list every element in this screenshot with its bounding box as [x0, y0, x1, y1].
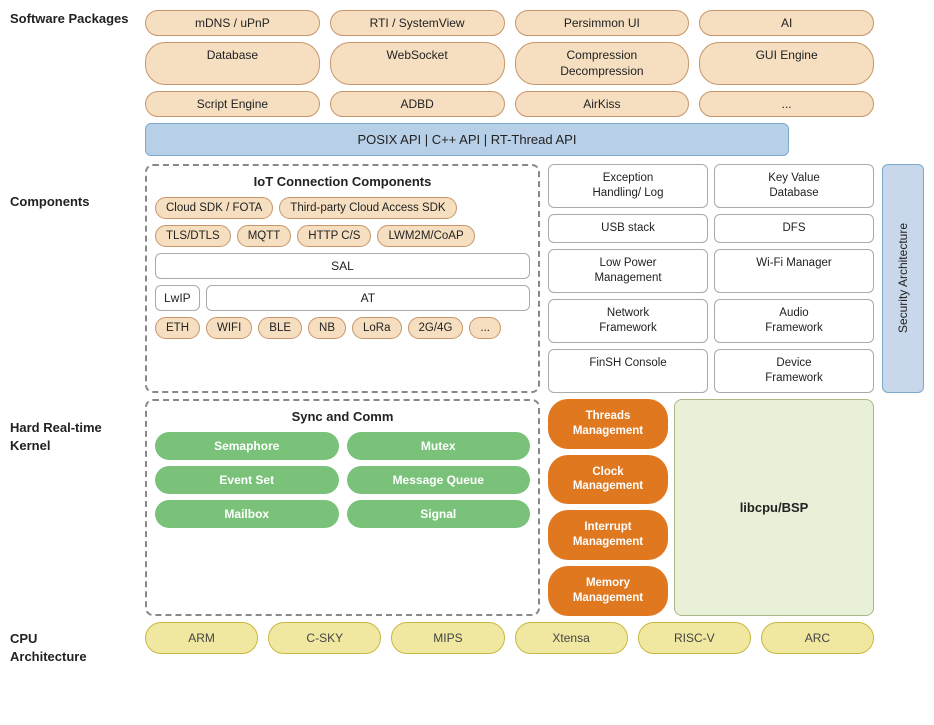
iot-http: HTTP C/S [297, 225, 371, 247]
software-packages-label: Software Packages [10, 10, 140, 28]
sync-comm-box: Sync and Comm Semaphore Mutex Event Set … [145, 399, 540, 617]
right-components-grid: ExceptionHandling/ Log Key ValueDatabase… [548, 164, 874, 392]
sync-row-2: Event Set Message Queue [155, 466, 530, 494]
sync-signal: Signal [347, 500, 531, 528]
sync-mailbox: Mailbox [155, 500, 339, 528]
libcpu-bsp: libcpu/BSP [674, 399, 874, 617]
cpu-xtensa: Xtensa [515, 622, 628, 654]
cpu-mips: MIPS [391, 622, 504, 654]
pkg-compression: CompressionDecompression [515, 42, 690, 85]
iot-lwm2m: LWM2M/CoAP [377, 225, 474, 247]
comp-low-power: Low PowerManagement [548, 249, 708, 293]
iot-cloud-sdk: Cloud SDK / FOTA [155, 197, 273, 219]
kernel-right: ThreadsManagement Clock Management Inter… [548, 399, 874, 617]
iot-eth: ETH [155, 317, 200, 339]
pkg-airkiss: AirKiss [515, 91, 690, 117]
diagram-container: Software Packages mDNS / uPnP RTI / Syst… [0, 0, 934, 664]
cpu-arc: ARC [761, 622, 874, 654]
comp-network: NetworkFramework [548, 299, 708, 343]
comp-dfs: DFS [714, 214, 874, 243]
iot-more: ... [469, 317, 501, 339]
iot-row-lwip: LwIP AT [155, 285, 530, 311]
iot-at: AT [206, 285, 530, 311]
pkg-database: Database [145, 42, 320, 85]
sync-semaphore: Semaphore [155, 432, 339, 460]
kernel-memory: MemoryManagement [548, 566, 668, 616]
components-label: Components [10, 194, 140, 209]
kernel-threads: ThreadsManagement [548, 399, 668, 449]
cpu-csky: C-SKY [268, 622, 381, 654]
security-arch-label: Security Architecture [896, 223, 910, 333]
comp-finsh: FinSH Console [548, 349, 708, 393]
iot-nb: NB [308, 317, 346, 339]
pkg-persimmon: Persimmon UI [515, 10, 690, 36]
security-architecture-bar: Security Architecture [882, 164, 924, 392]
comp-device: DeviceFramework [714, 349, 874, 393]
pkg-script-engine: Script Engine [145, 91, 320, 117]
pkg-row-2: Database WebSocket CompressionDecompress… [145, 42, 874, 85]
pkg-gui-engine: GUI Engine [699, 42, 874, 85]
iot-sal: SAL [155, 253, 530, 279]
cpu-chips-row: ARM C-SKY MIPS Xtensa RISC-V ARC [145, 622, 874, 654]
iot-row-protocols: TLS/DTLS MQTT HTTP C/S LWM2M/CoAP [155, 225, 530, 247]
iot-2g4g: 2G/4G [408, 317, 464, 339]
pkg-row-3: Script Engine ADBD AirKiss ... [145, 91, 874, 117]
iot-ble: BLE [258, 317, 302, 339]
comp-wifi-mgr: Wi-Fi Manager [714, 249, 874, 293]
pkg-rti: RTI / SystemView [330, 10, 505, 36]
iot-connection-box: IoT Connection Components Cloud SDK / FO… [145, 164, 540, 392]
comp-usb: USB stack [548, 214, 708, 243]
iot-row-physical: ETH WIFI BLE NB LoRa 2G/4G ... [155, 317, 530, 339]
iot-lora: LoRa [352, 317, 402, 339]
kernel-clock: Clock Management [548, 455, 668, 505]
comp-audio: AudioFramework [714, 299, 874, 343]
pkg-websocket: WebSocket [330, 42, 505, 85]
cpu-riscv: RISC-V [638, 622, 751, 654]
posix-bar: POSIX API | C++ API | RT-Thread API [145, 123, 789, 156]
cpu-arm: ARM [145, 622, 258, 654]
comp-exception: ExceptionHandling/ Log [548, 164, 708, 208]
pkg-mdns: mDNS / uPnP [145, 10, 320, 36]
iot-third-party: Third-party Cloud Access SDK [279, 197, 456, 219]
iot-title: IoT Connection Components [155, 174, 530, 189]
iot-lwip: LwIP [155, 285, 200, 311]
kernel-orange-col: ThreadsManagement Clock Management Inter… [548, 399, 668, 617]
sync-title: Sync and Comm [155, 409, 530, 424]
sync-row-1: Semaphore Mutex [155, 432, 530, 460]
pkg-adbd: ADBD [330, 91, 505, 117]
sync-mutex: Mutex [347, 432, 531, 460]
iot-wifi: WIFI [206, 317, 252, 339]
pkg-dots: ... [699, 91, 874, 117]
comp-kvdb: Key ValueDatabase [714, 164, 874, 208]
cpu-arch-label: CPUArchitecture [10, 630, 140, 666]
sync-message-queue: Message Queue [347, 466, 531, 494]
sync-row-3: Mailbox Signal [155, 500, 530, 528]
iot-mqtt: MQTT [237, 225, 292, 247]
sync-event-set: Event Set [155, 466, 339, 494]
kernel-interrupt: InterruptManagement [548, 510, 668, 560]
kernel-label: Hard Real-timeKernel [10, 419, 140, 455]
pkg-row-1: mDNS / uPnP RTI / SystemView Persimmon U… [145, 10, 874, 36]
iot-row-cloud: Cloud SDK / FOTA Third-party Cloud Acces… [155, 197, 530, 219]
pkg-ai: AI [699, 10, 874, 36]
iot-tls: TLS/DTLS [155, 225, 231, 247]
